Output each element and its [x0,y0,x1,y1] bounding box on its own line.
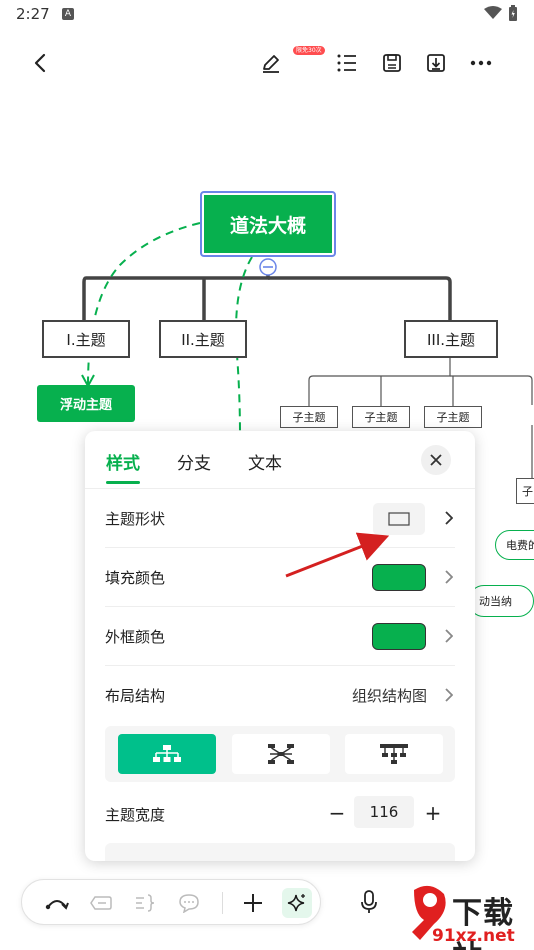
comment-button[interactable] [174,888,204,918]
summary-button[interactable] [130,888,160,918]
plus-icon [244,894,262,912]
watermark-url: 91xz.net [432,926,515,946]
toolbar-divider [222,892,223,914]
microphone-icon [361,890,377,913]
annotation-arrow [285,532,390,578]
voice-button[interactable] [354,887,384,917]
sparkle-icon [287,894,305,912]
ai-button[interactable] [282,888,312,918]
tag-icon [90,896,112,910]
brace-icon [136,894,155,912]
bottom-toolbar [21,879,321,925]
curve-connector-icon [45,900,69,910]
label-button[interactable] [86,888,116,918]
comment-icon [179,894,199,913]
undo-button[interactable] [42,888,72,918]
add-topic-button[interactable] [238,888,268,918]
